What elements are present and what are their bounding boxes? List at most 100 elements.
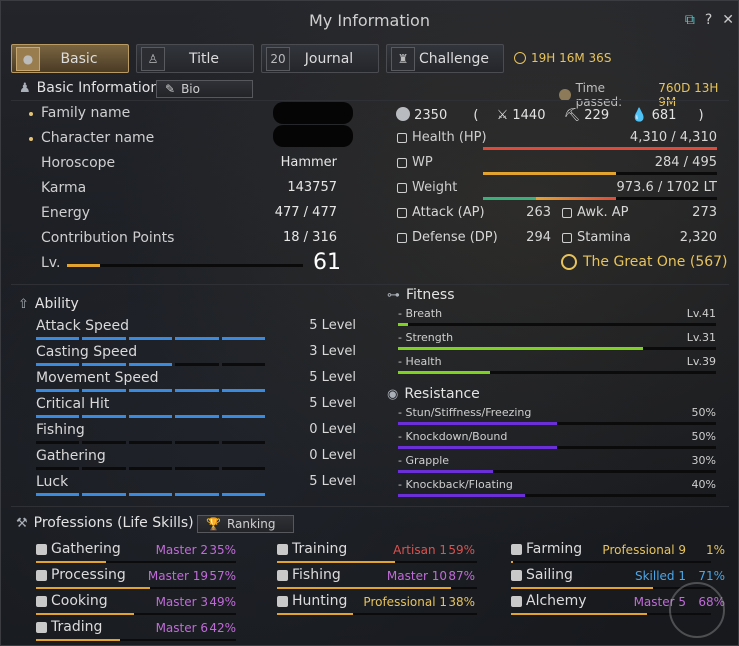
ability-level-bar	[36, 389, 266, 392]
ability-level: 0 Level	[309, 422, 356, 437]
ability-level-segment	[221, 363, 266, 366]
attack-value: 263	[526, 205, 551, 220]
attack-row: Attack (AP) 263	[397, 205, 551, 220]
tab-journal[interactable]: 20 Journal	[261, 44, 379, 73]
level-progress-fill	[67, 264, 101, 267]
alchemy-icon	[511, 596, 522, 607]
profession-label: Trading	[51, 619, 103, 635]
profession-grade: Master 6	[155, 621, 208, 635]
resistance-label: - Stun/Stiffness/Freezing	[398, 406, 532, 419]
profession-progress-bar	[36, 613, 236, 615]
profession-percent: 1%	[705, 543, 725, 557]
health-value: 4,310 / 4,310	[629, 130, 717, 145]
profession-percent: 87%	[448, 569, 475, 583]
fitness-label: - Health	[398, 355, 442, 368]
ability-label: Critical Hit	[36, 396, 110, 412]
profession-progress-bar	[36, 587, 236, 589]
tab-title[interactable]: ♙ Title	[136, 44, 254, 73]
basic-information-header: ♟ Basic Information	[19, 80, 159, 96]
training-icon	[277, 544, 288, 555]
energy-row: Energy 477 / 477	[41, 205, 337, 221]
equipped-title[interactable]: The Great One (567)	[561, 254, 728, 270]
fitness-bar-fill	[398, 323, 408, 326]
fitness-label: - Breath	[398, 307, 443, 320]
tab-basic[interactable]: ● Basic	[11, 44, 129, 73]
defense-row: Defense (DP) 294	[397, 230, 551, 245]
resistance-bar	[398, 446, 716, 449]
fitness-bar	[398, 371, 716, 374]
profession-grade: Master 3	[155, 595, 208, 609]
profession-label: Processing	[51, 567, 126, 583]
profession-percent: 38%	[448, 595, 475, 609]
fitness-level: Lv.39	[686, 355, 716, 368]
ranking-button[interactable]: 🏆 Ranking	[197, 515, 294, 533]
time-passed-value: 760D 13H 9M	[658, 81, 719, 109]
section-title: Ability	[34, 296, 79, 312]
trophy-icon: ♜	[391, 46, 415, 71]
profession-progress-fill	[36, 613, 134, 615]
character-name-label: Character name	[41, 130, 155, 146]
ability-level-segment	[36, 389, 80, 392]
redacted-character-name	[273, 125, 353, 147]
ability-level-segment	[82, 363, 126, 366]
ability-level-segment	[175, 389, 219, 392]
fitness-bar-fill	[398, 347, 643, 350]
external-link-icon[interactable]: ⧉	[685, 12, 695, 28]
profession-progress-fill	[511, 587, 653, 589]
ability-level-segment	[128, 493, 173, 496]
profession-percent: 57%	[209, 569, 236, 583]
combat-summary: 2350 ( ⚔ 1440 ⛏ 229 💧 681 )	[396, 107, 704, 123]
profession-progress-bar	[277, 587, 477, 589]
divider	[11, 100, 729, 101]
profession-label: Cooking	[51, 593, 108, 609]
ability-level-segment	[221, 493, 266, 496]
ability-level-segment	[128, 337, 173, 340]
resistance-bar-fill	[398, 470, 494, 473]
wp-label: WP	[412, 155, 433, 170]
health-label: Health (HP)	[412, 130, 487, 145]
trading-icon	[36, 622, 47, 633]
section-title: Basic Information	[36, 80, 160, 96]
ability-level: 5 Level	[309, 474, 356, 489]
bio-button[interactable]: ✎ Bio	[156, 80, 253, 98]
ability-level-bar	[36, 441, 266, 444]
ability-level-segment	[221, 467, 266, 470]
ability-level-segment	[175, 415, 219, 418]
arrow-up-icon: ⇧	[18, 296, 29, 312]
profession-label: Training	[292, 541, 348, 557]
divider	[11, 506, 729, 507]
resistance-label: - Knockdown/Bound	[398, 430, 508, 443]
title-bar-controls: ⧉ ? ✕	[685, 12, 734, 28]
wp-icon	[397, 157, 407, 168]
profession-progress-fill	[277, 587, 451, 589]
pickaxe-icon: ⛏	[563, 108, 581, 123]
tab-challenge[interactable]: ♜ Challenge	[386, 44, 504, 73]
section-title: Professions (Life Skills)	[33, 515, 194, 531]
close-icon[interactable]: ✕	[722, 12, 734, 28]
profession-progress-fill	[511, 613, 647, 615]
title-bar[interactable]: My Information ⧉ ? ✕	[1, 1, 738, 39]
profession-grade: Professional 1	[363, 595, 447, 609]
ability-label: Movement Speed	[36, 370, 159, 386]
ability-level-segment	[175, 441, 219, 444]
helmet-icon: ◉	[387, 386, 399, 402]
profession-progress-bar	[36, 561, 236, 563]
weight-label: Weight	[412, 180, 458, 195]
ability-label: Casting Speed	[36, 344, 138, 360]
health-row: Health (HP) 4,310 / 4,310	[397, 130, 717, 145]
tab-label: Basic	[60, 50, 98, 67]
level-progress-bar	[67, 264, 303, 267]
awakening-icon	[562, 207, 572, 218]
tab-label: Journal	[304, 50, 354, 67]
tab-label: Challenge	[419, 50, 489, 67]
help-icon[interactable]: ?	[705, 12, 712, 28]
karma-value: 143757	[287, 180, 337, 195]
bullet-icon	[29, 112, 33, 116]
tab-label: Title	[188, 50, 219, 67]
crossed-swords-icon: ⚔	[496, 108, 509, 123]
speech-icon: ✎	[165, 82, 176, 96]
resistance-bar-fill	[398, 422, 557, 425]
hunting-icon	[277, 596, 288, 607]
equipped-title-text: The Great One (567)	[583, 254, 728, 270]
ability-level-segment	[36, 441, 80, 444]
